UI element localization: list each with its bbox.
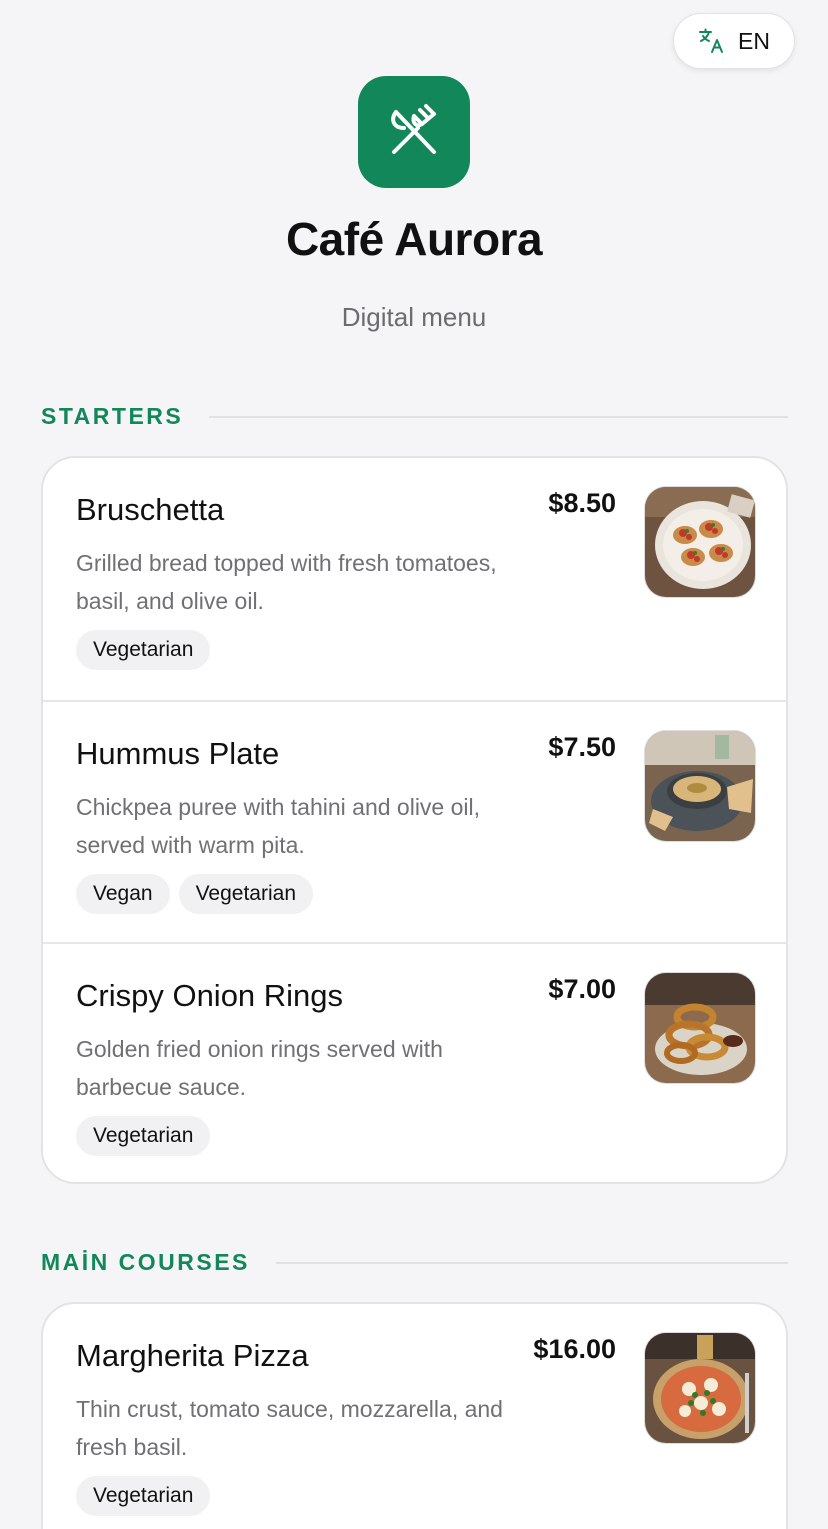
item-name: Margherita Pizza [76,1338,309,1373]
tag-vegetarian: Vegetarian [76,630,211,670]
menu-item[interactable]: Margherita Pizza $16.00 Thin crust, toma… [43,1304,786,1529]
item-description: Chickpea puree with tahini and olive oil… [76,794,481,858]
restaurant-name: Café Aurora [285,213,543,265]
section-divider [275,1261,788,1264]
item-price: $7.50 [548,732,616,762]
menu-item[interactable]: Hummus Plate $7.50 Chickpea puree with t… [43,700,786,942]
tag-vegetarian: Vegetarian [76,1476,211,1516]
section-divider [209,415,788,418]
pizza-photo[interactable] [644,1332,756,1444]
item-price: $8.50 [548,488,616,518]
item-description: Thin crust, tomato sauce, mozzarella, an… [76,1396,503,1460]
menu-item[interactable]: Crispy Onion Rings $7.00 Golden fried on… [43,942,786,1182]
translate-icon [698,27,726,55]
item-price: $7.00 [548,974,616,1004]
item-description: Golden fried onion rings served with bar… [76,1036,443,1100]
language-switcher-button[interactable]: EN [673,13,795,69]
item-name: Bruschetta [76,492,225,527]
bruschetta-photo[interactable] [644,486,756,598]
item-price: $16.00 [533,1334,616,1364]
tag-vegetarian: Vegetarian [178,874,313,914]
tag-vegan: Vegan [76,874,170,914]
language-code: EN [738,27,770,54]
menu-item[interactable]: Bruschetta $8.50 Grilled bread topped wi… [43,458,786,700]
section-header-main-courses: MAİN COURSES [41,1249,788,1276]
item-description: Grilled bread topped with fresh tomatoes… [76,550,497,614]
menu-card-main-courses: Margherita Pizza $16.00 Thin crust, toma… [41,1302,788,1529]
page-subtitle: Digital menu [341,302,487,332]
section-title: STARTERS [41,403,184,429]
utensils-crossed-icon [391,104,436,154]
onion-rings-photo[interactable] [644,972,756,1084]
hummus-photo[interactable] [644,730,756,842]
item-name: Hummus Plate [76,736,280,771]
section-header-starters: STARTERS [41,403,788,430]
tag-vegetarian: Vegetarian [76,1116,211,1156]
section-title: MAİN COURSES [41,1249,250,1275]
menu-card-starters: Bruschetta $8.50 Grilled bread topped wi… [41,456,788,1184]
item-name: Crispy Onion Rings [76,978,344,1013]
restaurant-logo [358,76,470,188]
